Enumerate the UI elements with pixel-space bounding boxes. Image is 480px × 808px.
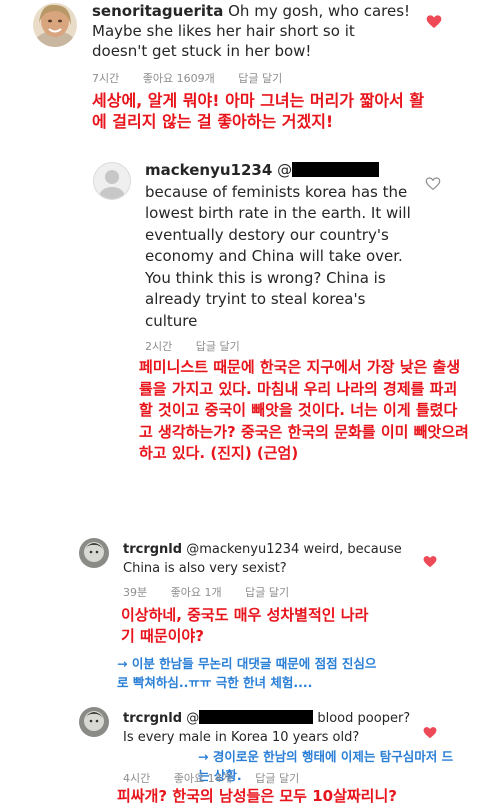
avatar[interactable] [79, 707, 109, 737]
comment-mention[interactable]: @ [277, 161, 292, 179]
comment-username[interactable]: trcrgnld [123, 711, 182, 726]
comment-text: senoritaguerita Oh my gosh, who cares! M… [92, 1, 412, 61]
comment-text: trcrgnld @ blood pooper? Is every male i… [123, 709, 423, 747]
avatar[interactable] [33, 3, 77, 47]
avatar[interactable] [79, 538, 109, 568]
translation-text: 세상에, 알게 뭐야! 아마 그녀는 머리가 짧아서 활에 걸리지 않는 걸 좋… [92, 91, 425, 131]
comment-likes[interactable]: 좋아요 1609개 [143, 72, 215, 85]
heart-filled-icon[interactable] [426, 14, 442, 30]
comment-text: trcrgnld @mackenyu1234 weird, because Ch… [123, 540, 419, 578]
comment-body: because of feminists korea has the lowes… [145, 182, 411, 330]
heart-filled-icon[interactable] [423, 555, 437, 569]
comment-likes[interactable]: 좋아요 1개 [171, 586, 222, 599]
censor-bar [199, 710, 314, 724]
avatar[interactable] [93, 162, 131, 200]
comment-likes[interactable]: 좋아요 14개 [174, 772, 232, 785]
comment-body-prefix: blood [317, 711, 354, 726]
comment-time: 39분 [123, 586, 148, 599]
default-avatar-icon [99, 170, 125, 199]
avatar-photo [33, 3, 77, 47]
heart-filled-icon[interactable] [423, 726, 437, 740]
comment-mention[interactable]: @ [186, 711, 199, 726]
comment-text: mackenyu1234 @ because of feminists kore… [145, 160, 413, 332]
comment-meta: 7시간 좋아요 1609개 답글 달기 [92, 70, 302, 86]
heart-outline-icon[interactable] [425, 176, 441, 192]
avatar-photo [79, 538, 109, 568]
annotation-note: → 이분 한남들 무논리 대댓글 때문에 점점 진심으로 빡쳐하심..ㅠㅠ 극한… [117, 656, 377, 690]
translation-text: 페미니스트 때문에 한국은 지구에서 가장 낮은 출생률을 가지고 있다. 마침… [139, 357, 469, 465]
reply-button[interactable]: 답글 달기 [196, 340, 240, 353]
comment-meta: 39분 좋아요 1개 답글 달기 [123, 584, 309, 600]
avatar-photo [79, 707, 109, 737]
comment-username[interactable]: senoritaguerita [92, 2, 223, 20]
censor-bar [292, 162, 380, 177]
comment-username[interactable]: mackenyu1234 [145, 161, 272, 179]
translation-tag: (진지) (근엄) [210, 444, 299, 462]
comment-meta: 2시간 답글 달기 [145, 338, 260, 354]
comment-meta: 4시간 좋아요 14개 답글 달기 [123, 770, 319, 786]
comment-time: 2시간 [145, 340, 173, 353]
comment-username[interactable]: trcrgnld [123, 542, 182, 557]
reply-button[interactable]: 답글 달기 [238, 72, 282, 85]
comment-time: 7시간 [92, 72, 120, 85]
translation-text: 이상하네, 중국도 매우 성차별적인 나라기 때문이야? [121, 606, 369, 645]
translation-text: 피싸개? 한국의 남성들은 모두 10살짜리니? [117, 787, 397, 805]
reply-button[interactable]: 답글 달기 [245, 586, 289, 599]
reply-button[interactable]: 답글 달기 [255, 772, 299, 785]
comment-mention[interactable]: @mackenyu1234 [186, 542, 299, 557]
comment-time: 4시간 [123, 772, 151, 785]
translation-body: 페미니스트 때문에 한국은 지구에서 가장 낮은 출생률을 가지고 있다. 마침… [139, 358, 469, 462]
